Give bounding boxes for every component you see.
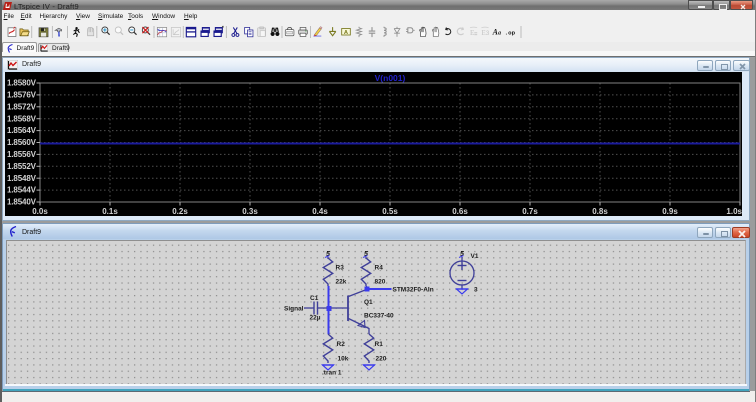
svg-text:820: 820 [375, 279, 386, 286]
svg-text:R1: R1 [375, 341, 384, 348]
svg-text:R2: R2 [337, 341, 346, 348]
svg-text:0.6s: 0.6s [452, 207, 468, 216]
svg-text:1.8552V: 1.8552V [7, 162, 37, 171]
svg-text:C1: C1 [310, 295, 319, 302]
svg-text:3: 3 [486, 30, 490, 37]
svg-text:0.8s: 0.8s [592, 207, 608, 216]
svg-text:0.4s: 0.4s [312, 207, 328, 216]
svg-text:A: A [344, 30, 348, 36]
svg-text:V(n001): V(n001) [375, 73, 406, 83]
svg-text:R3: R3 [336, 265, 345, 272]
svg-text:10k: 10k [338, 356, 349, 363]
svg-text:1.8580V: 1.8580V [7, 79, 37, 88]
svg-text:1.8556V: 1.8556V [7, 150, 37, 159]
svg-text:Signal: Signal [284, 306, 304, 313]
svg-text:.op: .op [505, 29, 516, 36]
svg-text:22k: 22k [336, 279, 347, 286]
svg-text:a: a [498, 31, 501, 37]
svg-text:0.0s: 0.0s [32, 207, 48, 216]
svg-text:0.1s: 0.1s [102, 207, 118, 216]
svg-text:1.8576V: 1.8576V [7, 91, 37, 100]
svg-text:1.8564V: 1.8564V [7, 126, 37, 135]
svg-text:1.8568V: 1.8568V [7, 114, 37, 123]
svg-text:BC337-40: BC337-40 [364, 313, 394, 320]
svg-text:1.8560V: 1.8560V [7, 138, 37, 147]
svg-text:Q1: Q1 [364, 299, 373, 306]
svg-text:3: 3 [474, 287, 478, 294]
svg-text:1.0s: 1.0s [726, 207, 742, 216]
svg-text:0.3s: 0.3s [242, 207, 258, 216]
svg-text:V1: V1 [471, 253, 479, 260]
svg-text:0.9s: 0.9s [662, 207, 678, 216]
svg-text:220: 220 [376, 356, 387, 363]
svg-text:R4: R4 [375, 265, 384, 272]
svg-text:.tran 1: .tran 1 [322, 370, 342, 377]
svg-text:1.8548V: 1.8548V [7, 174, 37, 183]
svg-text:STM32F0-AIn: STM32F0-AIn [393, 287, 434, 294]
svg-text:0.5s: 0.5s [382, 207, 398, 216]
svg-text:0.2s: 0.2s [172, 207, 188, 216]
svg-text:22µ: 22µ [310, 315, 321, 322]
svg-text:0.7s: 0.7s [522, 207, 538, 216]
svg-text:1.8540V: 1.8540V [7, 198, 37, 207]
svg-text:A: A [492, 28, 498, 37]
svg-text:1.8572V: 1.8572V [7, 102, 37, 111]
svg-text:E: E [470, 29, 475, 37]
svg-text:1.8544V: 1.8544V [7, 186, 37, 195]
